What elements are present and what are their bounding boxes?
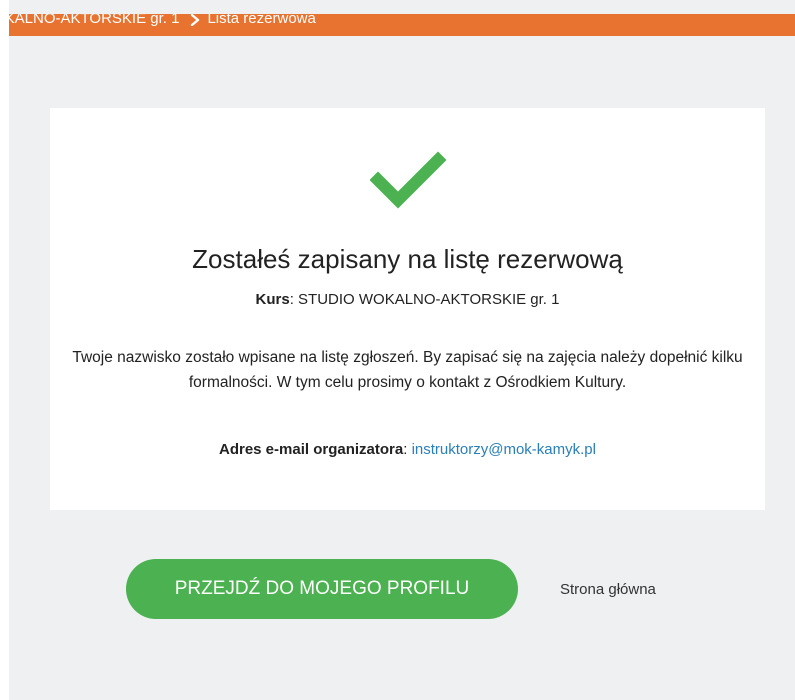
email-colon: :	[403, 441, 412, 458]
course-name: STUDIO WOKALNO-AKTORSKIE gr. 1	[298, 291, 560, 308]
breadcrumb: OKALNO-AKTORSKIE gr. 1 Lista rezerwowa	[9, 14, 316, 28]
checkmark-icon	[369, 150, 447, 210]
organizer-email-line: Adres e-mail organizatora: instruktorzy@…	[50, 441, 765, 458]
confirmation-card: Zostałeś zapisany na listę rezerwową Kur…	[50, 108, 765, 510]
confirmation-description: Twoje nazwisko zostało wpisane na listę …	[72, 349, 743, 391]
home-page-link[interactable]: Strona główna	[560, 581, 656, 598]
chevron-right-icon	[189, 14, 201, 27]
breadcrumb-course[interactable]: OKALNO-AKTORSKIE gr. 1	[9, 14, 179, 27]
organizer-email-link[interactable]: instruktorzy@mok-kamyk.pl	[412, 441, 596, 458]
course-label: Kurs	[255, 291, 290, 308]
go-to-profile-button[interactable]: PRZEJDŹ DO MOJEGO PROFILU	[126, 559, 518, 619]
course-line: Kurs: STUDIO WOKALNO-AKTORSKIE gr. 1	[50, 291, 765, 308]
page: OKALNO-AKTORSKIE gr. 1 Lista rezerwowa Zo…	[9, 0, 795, 700]
course-colon: :	[289, 291, 299, 308]
breadcrumb-current: Lista rezerwowa	[207, 14, 316, 27]
email-label: Adres e-mail organizatora	[219, 441, 404, 458]
breadcrumb-bar: OKALNO-AKTORSKIE gr. 1 Lista rezerwowa	[9, 14, 795, 36]
confirmation-title: Zostałeś zapisany na listę rezerwową	[192, 244, 623, 274]
